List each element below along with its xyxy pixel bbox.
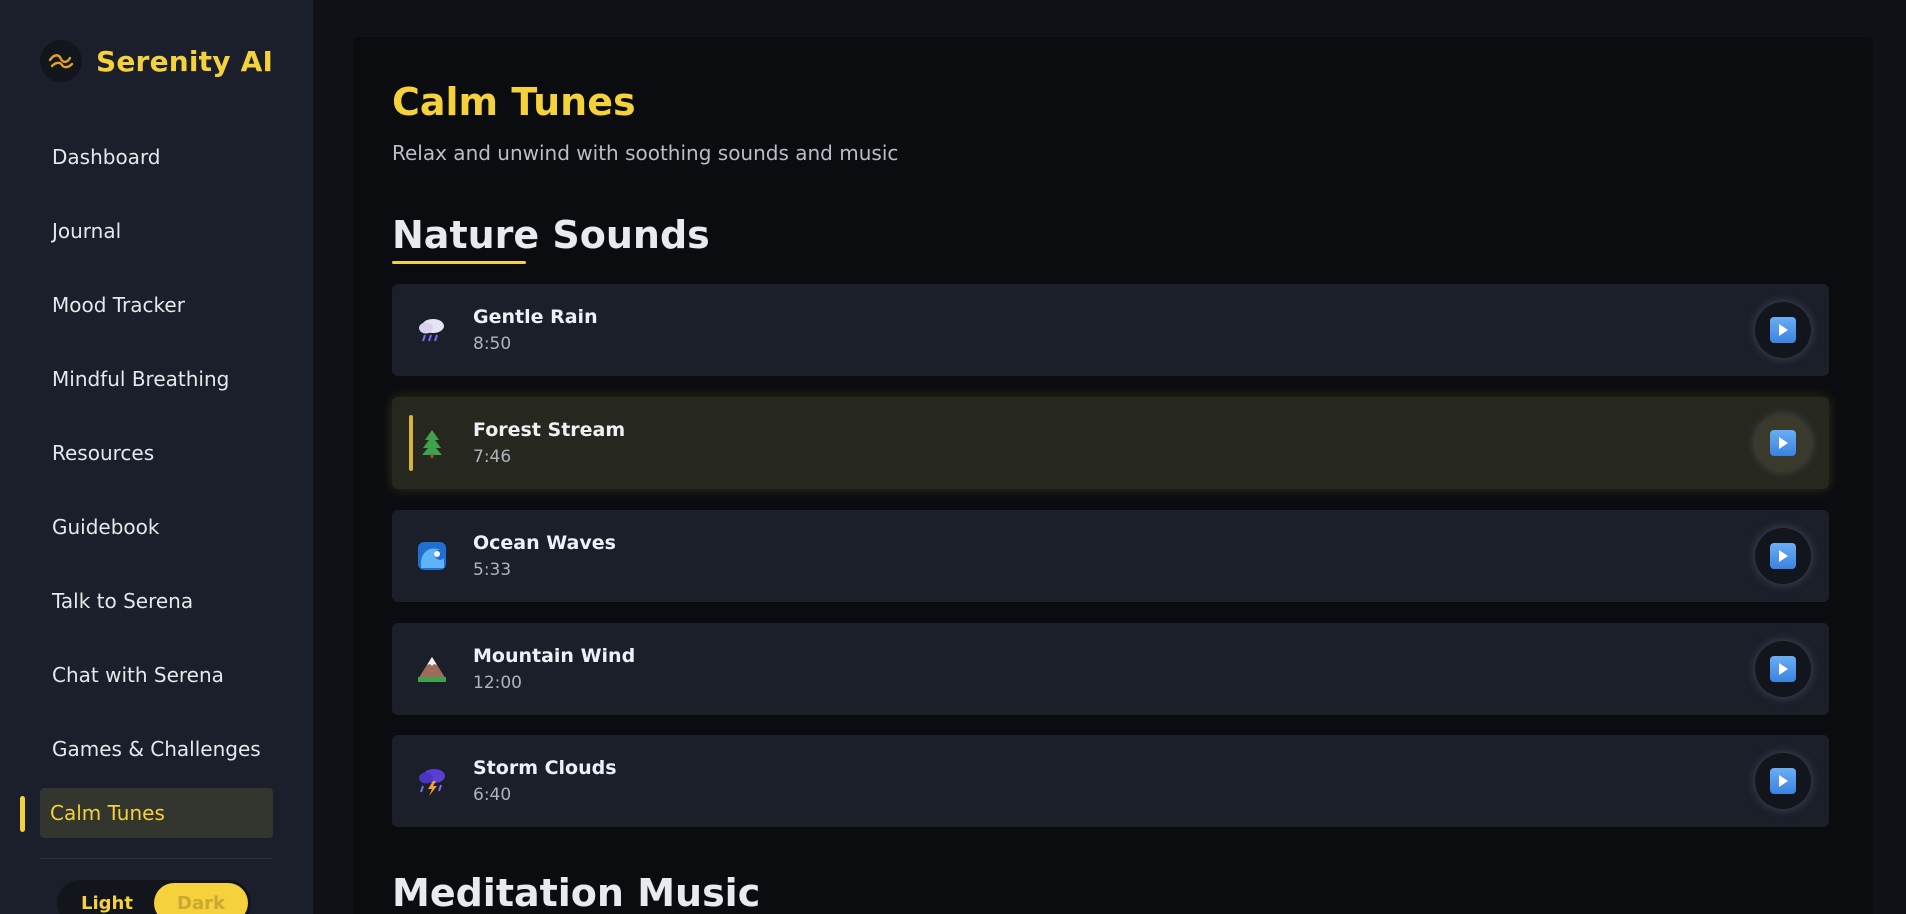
rain-cloud-icon: [416, 314, 448, 346]
sidebar-item-mood-tracker[interactable]: Mood Tracker: [40, 268, 273, 342]
track-name: Forest Stream: [473, 419, 626, 441]
storm-cloud-icon: [416, 765, 448, 797]
sidebar-item-mindful-breathing[interactable]: Mindful Breathing: [40, 342, 273, 416]
brand[interactable]: Serenity AI: [40, 40, 273, 82]
track-info: Ocean Waves 5:33: [473, 532, 616, 580]
play-button[interactable]: [1755, 753, 1811, 809]
track-duration: 7:46: [473, 447, 512, 467]
play-button[interactable]: [1755, 528, 1811, 584]
sidebar-item-journal[interactable]: Journal: [40, 194, 273, 268]
wave-icon: [40, 40, 82, 82]
play-icon: [1770, 656, 1796, 682]
track-duration: 12:00: [473, 673, 522, 693]
track-item[interactable]: Gentle Rain 8:50: [392, 284, 1829, 376]
page-subtitle: Relax and unwind with soothing sounds an…: [392, 141, 899, 165]
play-button[interactable]: [1755, 415, 1811, 471]
track-duration: 5:33: [473, 560, 512, 580]
track-duration: 8:50: [473, 334, 512, 354]
play-icon: [1770, 768, 1796, 794]
main-content: Calm Tunes Relax and unwind with soothin…: [313, 0, 1906, 914]
sidebar: Serenity AI Dashboard Journal Mood Track…: [0, 0, 313, 914]
track-name: Ocean Waves: [473, 532, 616, 554]
active-indicator: [20, 796, 25, 832]
section-title-nature-sounds: Nature Sounds: [392, 213, 710, 257]
track-name: Gentle Rain: [473, 306, 598, 328]
playing-indicator: [409, 415, 413, 471]
sidebar-item-dashboard[interactable]: Dashboard: [40, 120, 273, 194]
track-info: Forest Stream 7:46: [473, 419, 625, 467]
sidebar-item-guidebook[interactable]: Guidebook: [40, 490, 273, 564]
track-info: Gentle Rain 8:50: [473, 306, 598, 354]
sidebar-nav: Dashboard Journal Mood Tracker Mindful B…: [40, 120, 273, 838]
sidebar-item-calm-tunes[interactable]: Calm Tunes: [40, 788, 273, 838]
tree-icon: [416, 427, 448, 459]
play-button[interactable]: [1755, 302, 1811, 358]
track-info: Mountain Wind 12:00: [473, 645, 635, 693]
track-item[interactable]: Storm Clouds 6:40: [392, 735, 1829, 827]
play-button[interactable]: [1755, 641, 1811, 697]
track-info: Storm Clouds 6:40: [473, 757, 617, 805]
track-name: Storm Clouds: [473, 757, 617, 779]
theme-light-option[interactable]: Light: [60, 883, 154, 914]
play-icon: [1770, 317, 1796, 343]
brand-name: Serenity AI: [96, 44, 274, 78]
sidebar-item-chat-with-serena[interactable]: Chat with Serena: [40, 638, 273, 712]
track-duration: 6:40: [473, 785, 512, 805]
app-root: Serenity AI Dashboard Journal Mood Track…: [0, 0, 1906, 914]
play-icon: [1770, 543, 1796, 569]
theme-toggle[interactable]: Light Dark: [57, 880, 251, 914]
track-item[interactable]: Mountain Wind 12:00: [392, 623, 1829, 715]
mountain-icon: [416, 653, 448, 685]
wave-icon: [416, 540, 448, 572]
section-underline: [392, 261, 526, 264]
track-item-playing[interactable]: Forest Stream 7:46: [392, 397, 1829, 489]
sidebar-item-talk-to-serena[interactable]: Talk to Serena: [40, 564, 273, 638]
theme-dark-option[interactable]: Dark: [154, 883, 248, 914]
play-icon: [1770, 430, 1796, 456]
sidebar-divider: [40, 858, 273, 859]
sidebar-item-games-challenges[interactable]: Games & Challenges: [40, 712, 273, 786]
section-title-meditation-music: Meditation Music: [392, 871, 761, 914]
sidebar-item-resources[interactable]: Resources: [40, 416, 273, 490]
track-item[interactable]: Ocean Waves 5:33: [392, 510, 1829, 602]
page-title: Calm Tunes: [392, 80, 636, 124]
track-name: Mountain Wind: [473, 645, 636, 667]
